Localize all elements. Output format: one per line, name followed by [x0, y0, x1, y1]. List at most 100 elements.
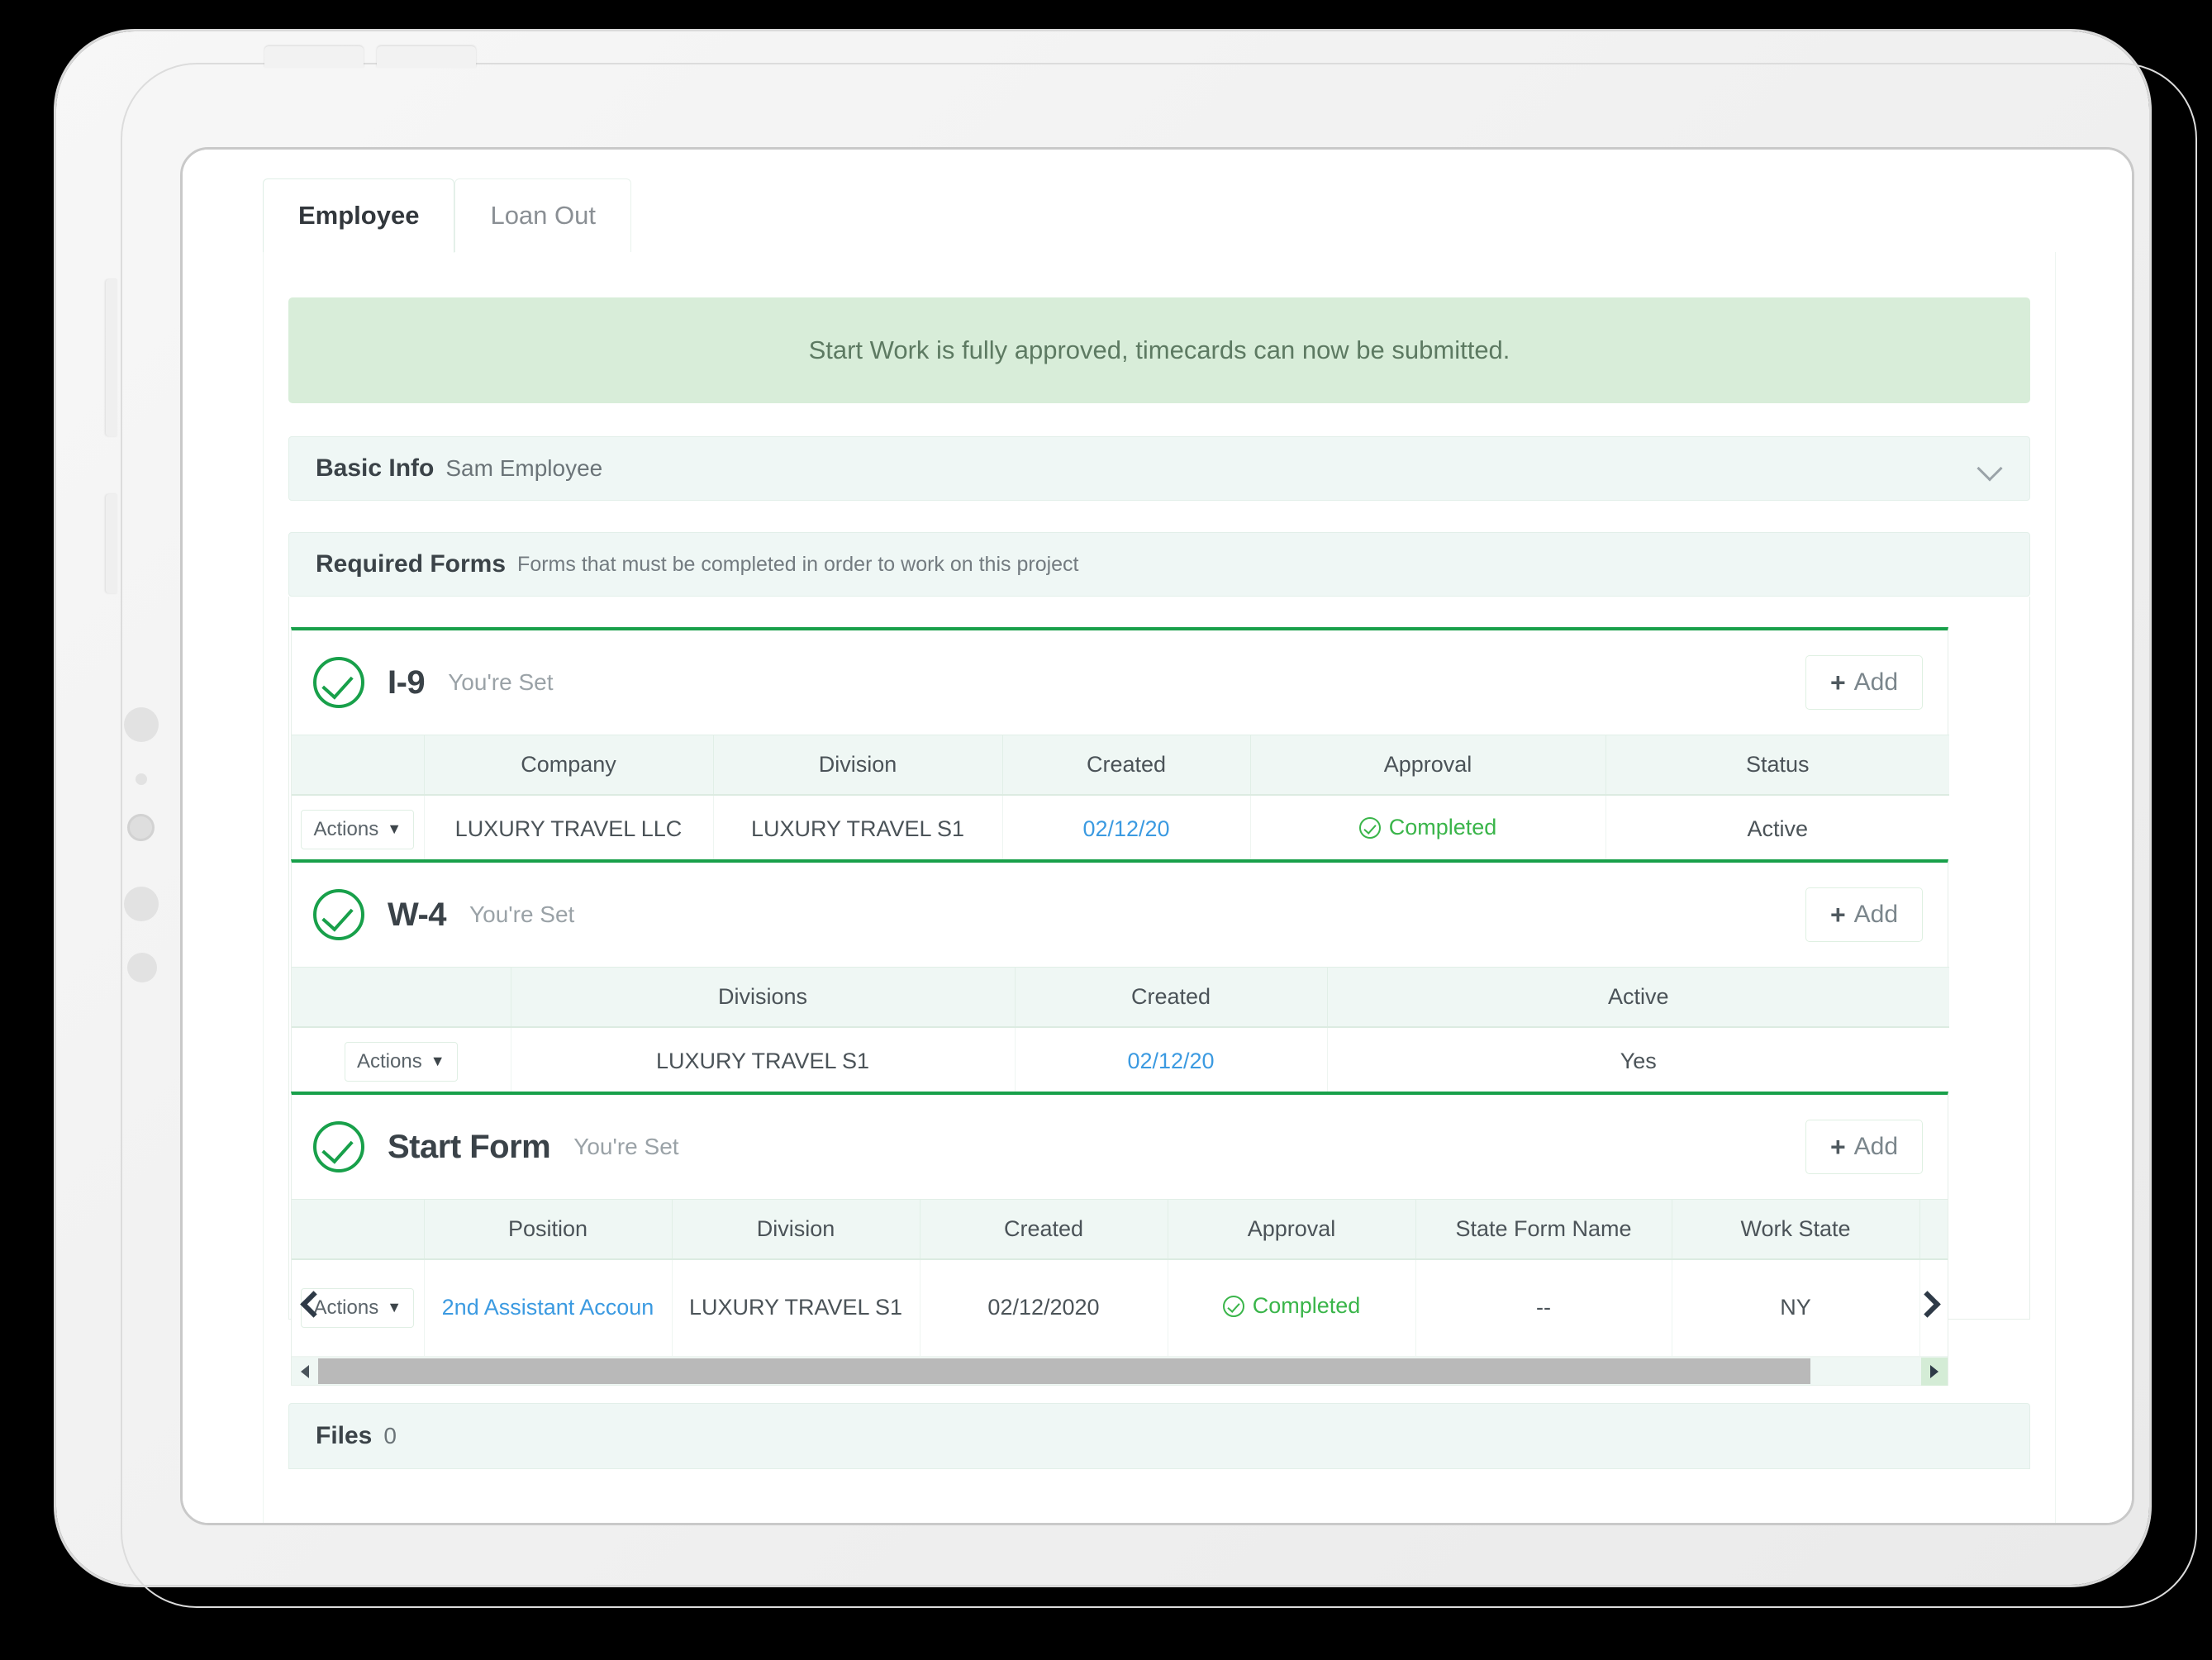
form-card-start-form: Start Form You're Set + Add Position Div…: [291, 1092, 1948, 1386]
cell-w4-created: 02/12/20: [1015, 1026, 1328, 1096]
basic-info-value: Sam Employee: [445, 455, 603, 481]
table-start-form-header-row: Position Division Created Approval State…: [292, 1199, 1948, 1260]
table-i9: Company Division Created Approval Status…: [292, 735, 1949, 864]
cell-w4-actions: Actions ▼: [292, 1026, 511, 1096]
start-form-scroll-content: Position Division Created Approval State…: [292, 1199, 1948, 1357]
form-card-w4-header: W-4 You're Set + Add: [292, 863, 1948, 967]
col-w4-divisions: Divisions: [511, 967, 1016, 1028]
col-i9-created: Created: [1002, 735, 1251, 796]
status-badge-completed: Completed: [1222, 1293, 1360, 1319]
tablet-side-button-volume-up: [106, 279, 117, 436]
scrollbar-left-button[interactable]: [292, 1358, 318, 1386]
add-start-form-button-label: Add: [1853, 1133, 1899, 1160]
cell-w4-active: Yes: [1327, 1026, 1949, 1096]
caret-down-icon: ▼: [387, 820, 402, 838]
actions-dropdown-i9[interactable]: Actions ▼: [301, 809, 415, 849]
scroll-right-arrow-icon[interactable]: [1913, 1290, 1941, 1318]
cell-i9-division: LUXURY TRAVEL S1: [713, 794, 1003, 864]
tablet-speaker-dot-1: [124, 707, 159, 742]
cell-sf-created: 02/12/2020: [920, 1258, 1168, 1357]
required-forms-subtitle: Forms that must be completed in order to…: [517, 552, 1079, 576]
col-i9-status: Status: [1605, 735, 1949, 796]
cell-i9-approval: Completed: [1250, 794, 1606, 864]
horizontal-scrollbar[interactable]: [292, 1357, 1948, 1386]
cell-i9-company: LUXURY TRAVEL LLC: [424, 794, 714, 864]
cell-i9-actions: Actions ▼: [292, 794, 425, 864]
col-i9-blank: [292, 735, 425, 796]
tablet-top-button-1: [264, 46, 364, 68]
check-circle-icon: [313, 657, 364, 708]
add-w4-button[interactable]: + Add: [1805, 887, 1923, 942]
scrollbar-track[interactable]: [318, 1358, 1921, 1386]
tab-loan-out[interactable]: Loan Out: [454, 178, 631, 253]
link-w4-created[interactable]: 02/12/20: [1127, 1049, 1214, 1073]
section-required-forms[interactable]: Required Forms Forms that must be comple…: [288, 532, 2030, 597]
status-badge-completed-label: Completed: [1388, 815, 1497, 840]
tablet-speaker-dot-2: [124, 887, 159, 921]
form-card-start-form-status: You're Set: [573, 1134, 679, 1159]
status-badge-completed: Completed: [1358, 815, 1497, 840]
basic-info-title: Basic Info: [316, 454, 435, 482]
add-i9-button[interactable]: + Add: [1805, 655, 1923, 710]
col-w4-created: Created: [1015, 967, 1328, 1028]
cell-w4-divisions: LUXURY TRAVEL S1: [511, 1026, 1016, 1096]
actions-dropdown-w4[interactable]: Actions ▼: [344, 1041, 458, 1082]
tab-bar: Employee Loan Out: [263, 178, 2056, 253]
cell-sf-approval: Completed: [1168, 1258, 1416, 1357]
tablet-camera-dot: [127, 814, 155, 841]
col-sf-status: Status: [1919, 1199, 1948, 1260]
caret-down-icon: ▼: [387, 1299, 402, 1316]
col-sf-division: Division: [672, 1199, 920, 1260]
required-forms-title: Required Forms: [316, 550, 507, 578]
status-banner-text: Start Work is fully approved, timecards …: [808, 335, 1510, 364]
cell-sf-position: 2nd Assistant Accoun: [424, 1258, 673, 1357]
section-files[interactable]: Files 0: [288, 1403, 2030, 1469]
app-viewport: Employee Loan Out Start Work is fully ap…: [183, 150, 2132, 1523]
tablet-side-button-volume-down: [106, 494, 117, 593]
form-card-start-form-header: Start Form You're Set + Add: [292, 1095, 1948, 1199]
check-badge-icon: [1358, 816, 1381, 839]
table-i9-header-row: Company Division Created Approval Status: [292, 735, 1949, 796]
scrollbar-thumb[interactable]: [318, 1358, 1810, 1384]
form-card-w4: W-4 You're Set + Add Divisions Created A…: [291, 859, 1949, 1097]
tablet-speaker-dot-3: [127, 953, 157, 982]
actions-dropdown-i9-label: Actions: [313, 817, 379, 840]
cell-i9-created: 02/12/20: [1002, 794, 1251, 864]
tab-employee-label: Employee: [298, 201, 420, 230]
main-panel: Start Work is fully approved, timecards …: [263, 252, 2056, 1523]
scroll-left-arrow-icon[interactable]: [295, 1290, 323, 1318]
form-card-i9-header: I-9 You're Set + Add: [292, 630, 1948, 735]
form-card-i9-title: I-9: [388, 664, 426, 701]
cell-sf-state-form-name: --: [1415, 1258, 1672, 1357]
tablet-screen: Employee Loan Out Start Work is fully ap…: [180, 147, 2134, 1525]
col-sf-approval: Approval: [1168, 1199, 1416, 1260]
section-basic-info[interactable]: Basic Info Sam Employee: [288, 436, 2030, 501]
files-count: 0: [383, 1423, 397, 1448]
table-row: Actions ▼ LUXURY TRAVEL LLC LUXURY TRAVE…: [292, 794, 1949, 864]
col-i9-division: Division: [713, 735, 1003, 796]
form-card-i9: I-9 You're Set + Add Company Division Cr…: [291, 627, 1949, 865]
col-i9-company: Company: [424, 735, 714, 796]
tab-employee[interactable]: Employee: [263, 178, 455, 253]
cell-sf-division: LUXURY TRAVEL S1: [672, 1258, 920, 1357]
col-sf-state-form-name: State Form Name: [1415, 1199, 1672, 1260]
add-start-form-button[interactable]: + Add: [1805, 1120, 1923, 1174]
chevron-down-icon[interactable]: [1978, 456, 2003, 481]
cell-i9-status: Active: [1605, 794, 1949, 864]
plus-icon: +: [1829, 900, 1846, 930]
table-w4: Divisions Created Active Actions ▼ LUXUR…: [292, 967, 1949, 1096]
col-sf-created: Created: [920, 1199, 1168, 1260]
status-banner: Start Work is fully approved, timecards …: [288, 297, 2030, 403]
tab-loan-out-label: Loan Out: [490, 201, 596, 230]
link-i9-created[interactable]: 02/12/20: [1082, 816, 1169, 841]
col-sf-blank: [292, 1199, 425, 1260]
start-form-scroll-region[interactable]: Position Division Created Approval State…: [292, 1199, 1948, 1357]
tablet-frame: Employee Loan Out Start Work is fully ap…: [56, 31, 2197, 1608]
add-i9-button-label: Add: [1853, 668, 1899, 696]
check-circle-icon: [313, 889, 364, 940]
col-w4-blank: [292, 967, 511, 1028]
plus-icon: +: [1829, 1132, 1846, 1162]
link-sf-position[interactable]: 2nd Assistant Accoun: [442, 1295, 654, 1320]
scrollbar-right-button[interactable]: [1921, 1357, 1948, 1386]
add-w4-button-label: Add: [1853, 901, 1899, 928]
